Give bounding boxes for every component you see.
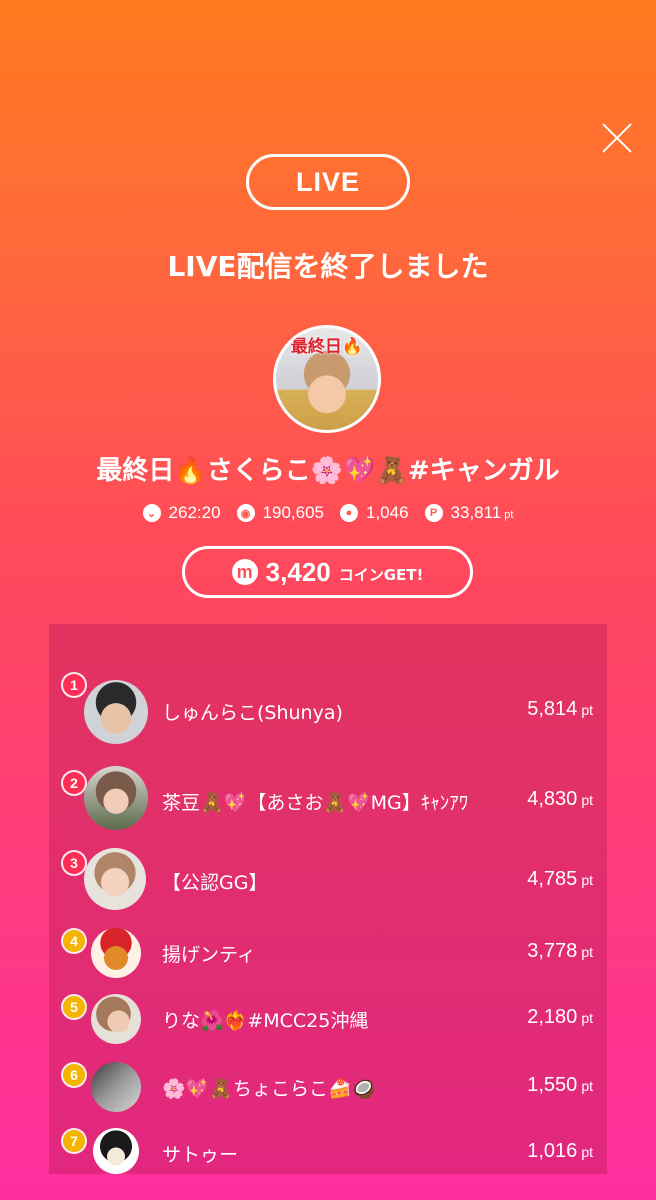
rank-badge: 7 bbox=[63, 1130, 85, 1152]
ranking-row[interactable]: 7 サトゥー 1,016 pt bbox=[49, 1126, 607, 1196]
views-stat: ◉ 190,605 bbox=[236, 503, 324, 523]
stats-row: ⌄ 262:20 ◉ 190,605 ● 1,046 P 33,811 pt bbox=[0, 503, 656, 523]
user-name: 揚げンティ bbox=[162, 944, 256, 966]
views-value: 190,605 bbox=[262, 503, 324, 522]
user-name: しゅんらこ(Shunya) bbox=[162, 702, 343, 724]
ranking-row[interactable]: 5 りな🌺❤️‍🔥#MCC25沖縄 2,180 pt bbox=[49, 992, 607, 1062]
avatar[interactable] bbox=[84, 680, 148, 744]
user-points: 4,830 pt bbox=[527, 788, 593, 810]
user-points: 2,180 pt bbox=[527, 1006, 593, 1028]
close-icon[interactable] bbox=[601, 122, 633, 154]
avatar[interactable] bbox=[84, 848, 146, 910]
user-points: 5,814 pt bbox=[527, 698, 593, 720]
coin-suffix: コインGET! bbox=[338, 565, 424, 584]
rank-badge: 2 bbox=[63, 772, 85, 794]
rank-badge: 5 bbox=[63, 996, 85, 1018]
avatar-tag: 最終日🔥 bbox=[290, 337, 364, 357]
live-badge: LIVE bbox=[246, 154, 410, 210]
ranking-row[interactable]: 2 茶豆🧸💖【あさお🧸💖MG】ｷｬﾝｱﾜ 4,830 pt bbox=[49, 766, 607, 836]
coins-earned-badge: m 3,420 コインGET! bbox=[182, 546, 473, 598]
point-icon: P bbox=[424, 504, 443, 522]
ranking-list: 1 しゅんらこ(Shunya) 5,814 pt 2 茶豆🧸💖【あさお🧸💖MG】ｷ… bbox=[49, 624, 607, 1174]
avatar[interactable] bbox=[93, 1128, 139, 1174]
eye-icon: ◉ bbox=[236, 504, 255, 522]
user-name: 茶豆🧸💖【あさお🧸💖MG】ｷｬﾝｱﾜ bbox=[162, 792, 469, 814]
rank-badge: 3 bbox=[63, 852, 85, 874]
coin-amount: 3,420 bbox=[265, 556, 331, 587]
user-name: 🌸💖🧸ちょこらこ🍰🥥 bbox=[162, 1078, 376, 1100]
ranking-row[interactable]: 3 【公認GG】 4,785 pt bbox=[49, 846, 607, 916]
chevron-down-icon: ⌄ bbox=[142, 504, 161, 522]
duration-value: 262:20 bbox=[168, 503, 221, 522]
avatar[interactable] bbox=[91, 1062, 141, 1112]
coin-icon: m bbox=[231, 559, 258, 585]
ranking-row[interactable]: 6 🌸💖🧸ちょこらこ🍰🥥 1,550 pt bbox=[49, 1060, 607, 1130]
ranking-row[interactable]: 1 しゅんらこ(Shunya) 5,814 pt bbox=[49, 674, 607, 746]
user-name: 【公認GG】 bbox=[162, 872, 268, 894]
user-points: 1,016 pt bbox=[527, 1140, 593, 1162]
avatar[interactable] bbox=[91, 928, 141, 978]
avatar[interactable] bbox=[91, 994, 141, 1044]
points-stat: P 33,811 pt bbox=[424, 503, 514, 523]
page-title: LIVE配信を終了しました bbox=[167, 250, 489, 283]
user-points: 3,778 pt bbox=[527, 940, 593, 962]
user-points: 4,785 pt bbox=[527, 868, 593, 890]
comments-stat: ● 1,046 bbox=[339, 503, 409, 523]
ranking-row[interactable]: 4 揚げンティ 3,778 pt bbox=[49, 926, 607, 996]
comments-value: 1,046 bbox=[365, 503, 409, 522]
duration-stat: ⌄ 262:20 bbox=[142, 503, 221, 523]
user-name: りな🌺❤️‍🔥#MCC25沖縄 bbox=[162, 1010, 369, 1032]
user-points: 1,550 pt bbox=[527, 1074, 593, 1096]
rank-badge: 6 bbox=[63, 1064, 85, 1086]
streamer-name: 最終日🔥さくらこ🌸💖🧸#キャンガル bbox=[96, 456, 560, 486]
rank-badge: 4 bbox=[63, 930, 85, 952]
rank-badge: 1 bbox=[63, 674, 85, 696]
streamer-avatar[interactable]: 最終日🔥 bbox=[273, 325, 381, 433]
user-name: サトゥー bbox=[162, 1144, 239, 1166]
avatar[interactable] bbox=[84, 766, 148, 830]
comment-icon: ● bbox=[339, 504, 358, 522]
points-value: 33,811 pt bbox=[450, 503, 514, 522]
